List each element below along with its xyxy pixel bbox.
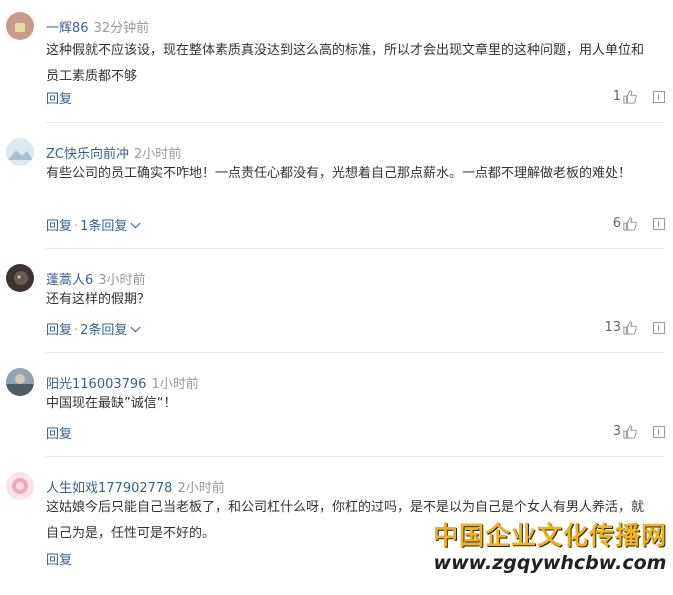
chevron-down-icon[interactable] xyxy=(130,218,141,229)
reply-button[interactable]: 回复 xyxy=(46,323,72,338)
comment-text: 还有这样的假期？ xyxy=(46,292,151,307)
report-icon[interactable] xyxy=(653,90,665,103)
comment-meta: 人生如戏177902778 2小时前 xyxy=(46,477,225,496)
comment-text: 这种假就不应该设，现在整体素质真没达到这么高的标准，所以才会出现文章里的这种问题… xyxy=(46,43,645,84)
avatar-image xyxy=(6,472,34,500)
reply-button[interactable]: 回复 xyxy=(46,219,72,234)
comment-meta: 阳光116003796 1小时前 xyxy=(46,373,199,392)
avatar[interactable] xyxy=(6,472,34,500)
timestamp: 1小时前 xyxy=(151,377,199,392)
comment-text: 中国现在最缺”诚信“！ xyxy=(46,396,177,411)
username-link[interactable]: 阳光116003796 xyxy=(46,377,146,392)
comment-actions: 回复 · 2条回复 xyxy=(46,319,141,338)
comment-right-actions: 13 xyxy=(604,320,665,335)
like-count: 6 xyxy=(612,216,621,231)
comment-actions: 回复 · 1条回复 xyxy=(46,215,141,234)
username-link[interactable]: 人生如戏177902778 xyxy=(46,481,172,496)
reply-button[interactable]: 回复 xyxy=(46,427,72,442)
divider xyxy=(46,456,664,457)
thumbs-up-icon[interactable] xyxy=(623,89,637,104)
avatar[interactable] xyxy=(6,12,34,40)
avatar[interactable] xyxy=(6,368,34,396)
comment-right-actions: 3 xyxy=(613,424,665,439)
divider xyxy=(46,248,664,249)
username-link[interactable]: 蓬蒿人6 xyxy=(46,273,93,288)
like-count: 1 xyxy=(612,89,621,104)
comment-meta: 一辉86 32分钟前 xyxy=(46,17,149,36)
avatar-image xyxy=(6,368,34,396)
comment-actions: 回复 xyxy=(46,423,72,442)
comment-actions: 回复 xyxy=(46,549,72,568)
watermark-title: 中国企业文化传播网 xyxy=(432,521,667,550)
separator: · xyxy=(74,323,79,338)
thumbs-up-icon[interactable] xyxy=(623,320,637,335)
avatar-image xyxy=(6,138,34,166)
timestamp: 2小时前 xyxy=(177,481,225,496)
chevron-down-icon[interactable] xyxy=(130,322,141,333)
like-count: 13 xyxy=(604,320,621,335)
view-replies-button[interactable]: 1条回复 xyxy=(80,219,127,234)
thumbs-up-icon[interactable] xyxy=(623,424,637,439)
comment-meta: 蓬蒿人6 3小时前 xyxy=(46,269,146,288)
avatar-image xyxy=(6,12,34,40)
divider xyxy=(46,352,664,353)
avatar[interactable] xyxy=(6,264,34,292)
report-icon[interactable] xyxy=(653,217,665,230)
timestamp: 3小时前 xyxy=(98,273,146,288)
username-link[interactable]: ZC快乐向前冲 xyxy=(46,147,129,162)
divider xyxy=(46,122,664,123)
report-icon[interactable] xyxy=(653,425,665,438)
comment-actions: 回复 xyxy=(46,88,72,107)
like-count: 3 xyxy=(612,424,621,439)
comment-meta: ZC快乐向前冲 2小时前 xyxy=(46,143,181,162)
comment-text: 有些公司的员工确实不咋地！一点责任心都没有，光想着自己那点薪水。一点都不理解做老… xyxy=(46,166,632,181)
comment-right-actions: 1 xyxy=(613,89,665,104)
thumbs-up-icon[interactable] xyxy=(623,216,637,231)
avatar-image xyxy=(6,264,34,292)
username-link[interactable]: 一辉86 xyxy=(46,21,89,36)
site-watermark: 中国企业文化传播网 www.zgqywhcbw.com xyxy=(433,516,667,574)
comment-right-actions: 6 xyxy=(613,216,665,231)
watermark-url: www.zgqywhcbw.com xyxy=(433,552,667,574)
report-icon[interactable] xyxy=(653,321,665,334)
timestamp: 2小时前 xyxy=(133,147,182,162)
avatar[interactable] xyxy=(6,138,34,166)
timestamp: 32分钟前 xyxy=(93,21,150,36)
reply-button[interactable]: 回复 xyxy=(46,92,72,107)
view-replies-button[interactable]: 2条回复 xyxy=(80,323,127,338)
reply-button[interactable]: 回复 xyxy=(46,553,72,568)
separator: · xyxy=(74,219,79,234)
